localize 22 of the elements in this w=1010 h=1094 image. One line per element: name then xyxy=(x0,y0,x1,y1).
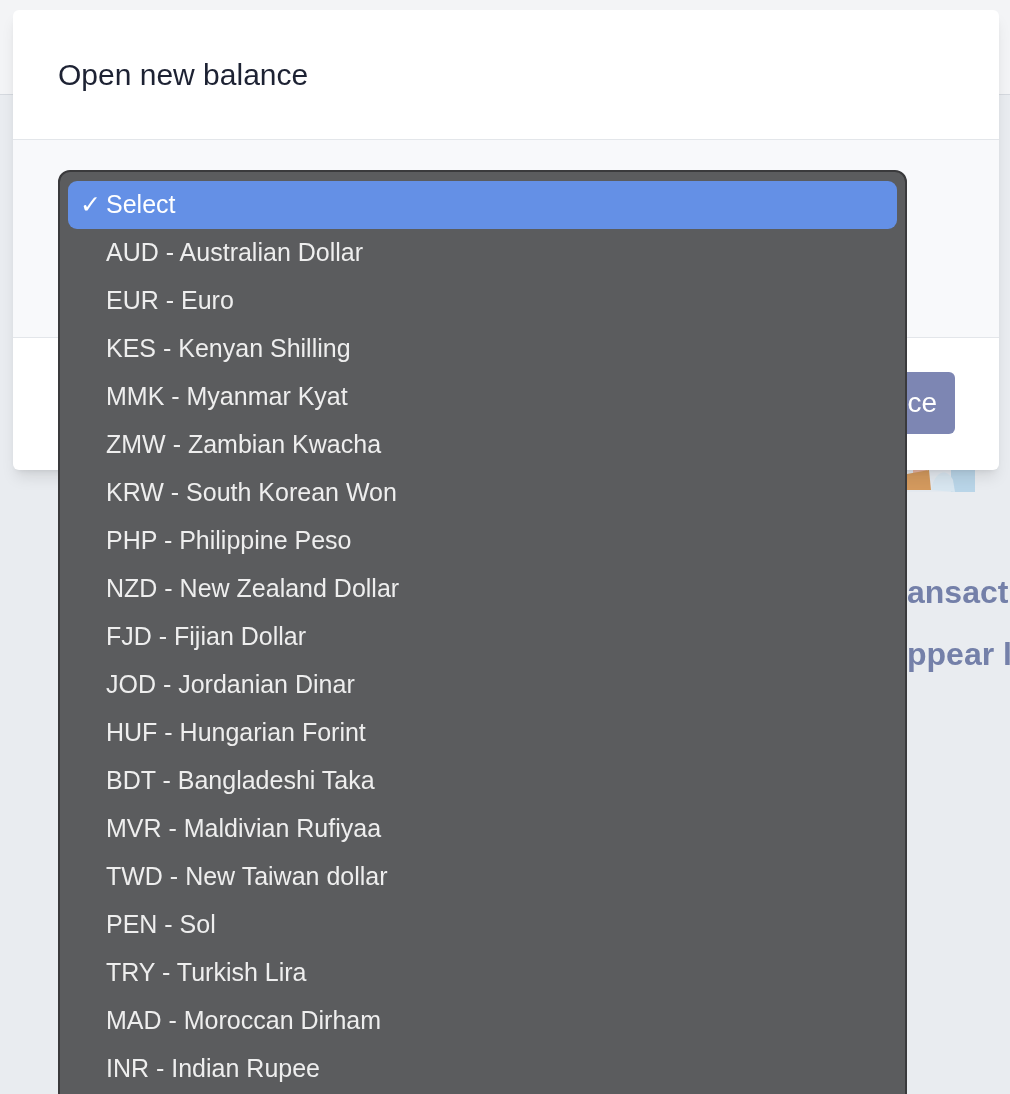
dialog-title: Open new balance xyxy=(58,57,309,93)
dropdown-option[interactable]: PHP - Philippine Peso xyxy=(68,517,897,565)
dropdown-option[interactable]: MVR - Maldivian Rufiyaa xyxy=(68,805,897,853)
dropdown-option[interactable]: JOD - Jordanian Dinar xyxy=(68,661,897,709)
dropdown-option[interactable]: TRY - Turkish Lira xyxy=(68,949,897,997)
dropdown-option[interactable]: HUF - Hungarian Forint xyxy=(68,709,897,757)
dropdown-option[interactable]: KES - Kenyan Shilling xyxy=(68,325,897,373)
dropdown-option[interactable]: PEN - Sol xyxy=(68,901,897,949)
dropdown-option[interactable]: INR - Indian Rupee xyxy=(68,1045,897,1093)
dropdown-option[interactable]: NZD - New Zealand Dollar xyxy=(68,565,897,613)
empty-state-text: ansact xyxy=(907,573,1010,612)
dropdown-option[interactable]: AUD - Australian Dollar xyxy=(68,229,897,277)
empty-state-text: ppear l xyxy=(907,635,1010,674)
dropdown-option[interactable]: FJD - Fijian Dollar xyxy=(68,613,897,661)
dropdown-option[interactable]: KRW - South Korean Won xyxy=(68,469,897,517)
dropdown-option[interactable]: EUR - Euro xyxy=(68,277,897,325)
dropdown-option[interactable]: ✓ Select xyxy=(68,181,897,229)
dropdown-option[interactable]: BDT - Bangladeshi Taka xyxy=(68,757,897,805)
dropdown-option[interactable]: MAD - Moroccan Dirham xyxy=(68,997,897,1045)
dropdown-option[interactable]: TWD - New Taiwan dollar xyxy=(68,853,897,901)
dropdown-option[interactable]: MMK - Myanmar Kyat xyxy=(68,373,897,421)
dropdown-option[interactable]: ZMW - Zambian Kwacha xyxy=(68,421,897,469)
